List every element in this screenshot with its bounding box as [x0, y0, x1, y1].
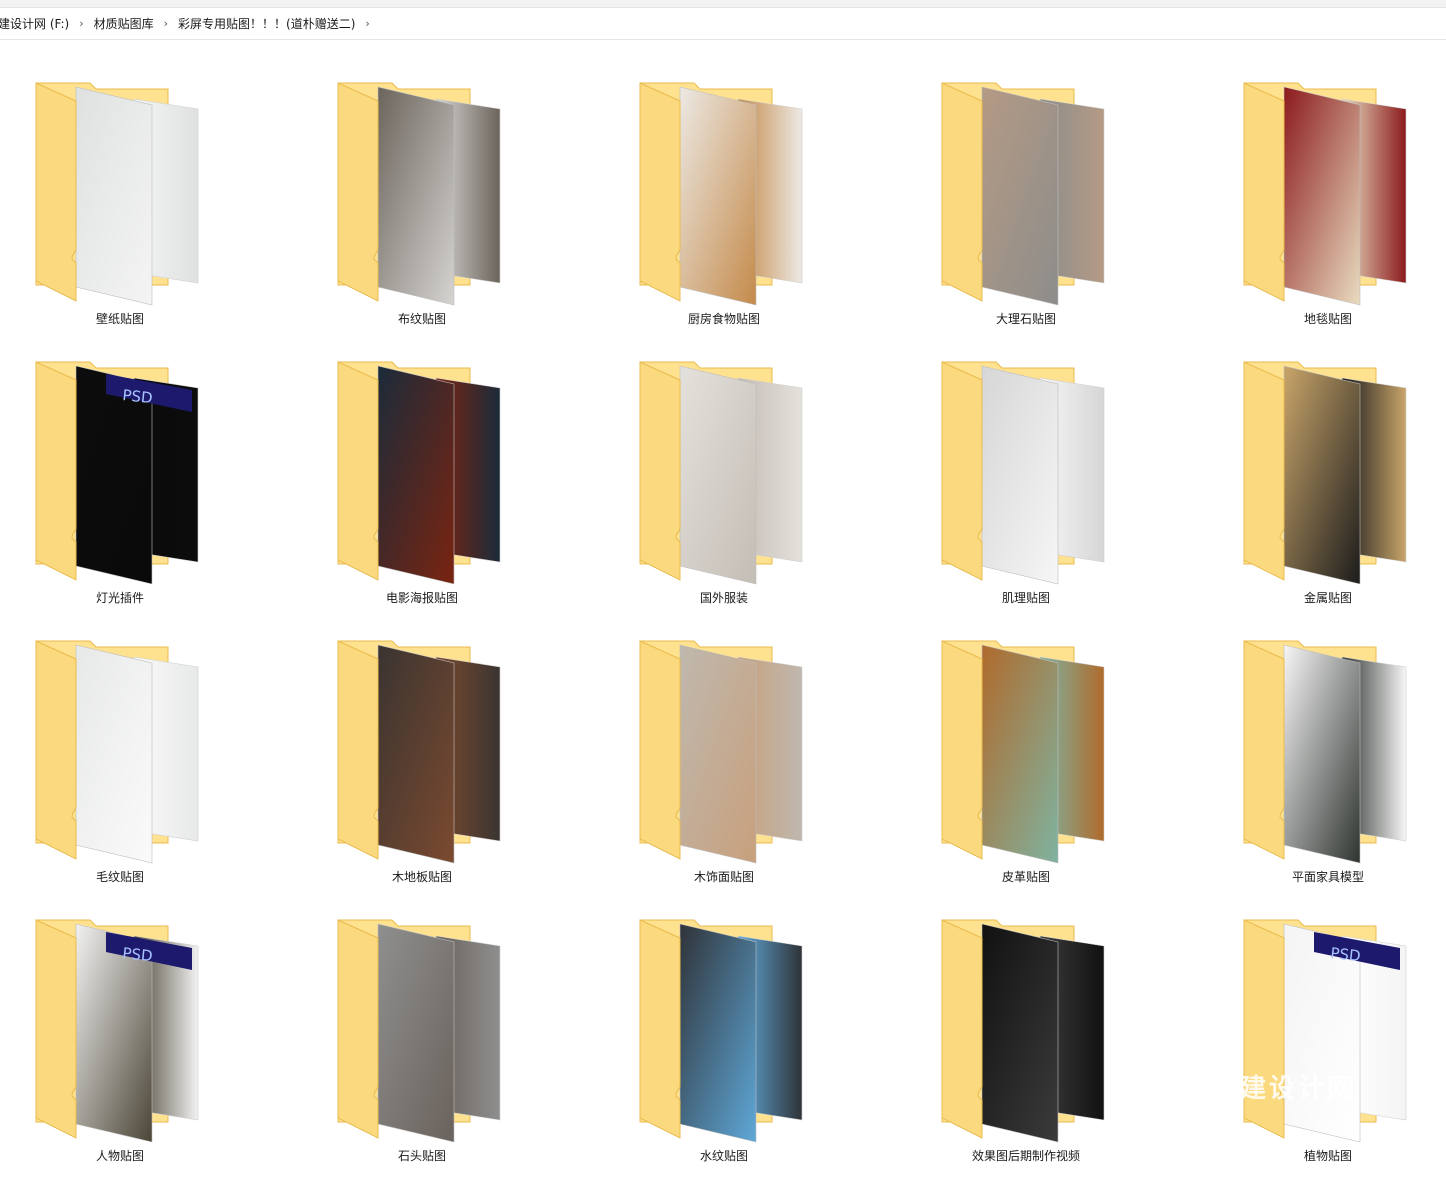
- psd-badge-text: PSD: [122, 944, 154, 965]
- folder-item[interactable]: 壁纸贴图: [0, 40, 240, 326]
- folder-item[interactable]: 大理石贴图: [906, 40, 1146, 326]
- folder-item[interactable]: PSD 灯光插件: [0, 319, 240, 605]
- folder-item[interactable]: 金属贴图: [1208, 319, 1446, 605]
- folder-name[interactable]: 植物贴图: [1208, 1147, 1446, 1164]
- folder-icon[interactable]: [1238, 75, 1418, 310]
- folder-name[interactable]: 水纹贴图: [604, 1147, 844, 1164]
- folder-icon[interactable]: [936, 633, 1116, 868]
- folder-icon[interactable]: [332, 633, 512, 868]
- window-top-strip: [0, 0, 1446, 8]
- breadcrumb-current-folder[interactable]: 彩屏专用贴图！！！(道朴赠送二): [174, 15, 359, 32]
- psd-badge-text: PSD: [1330, 944, 1362, 965]
- folder-item[interactable]: 石头贴图: [302, 877, 542, 1163]
- folder-name[interactable]: 效果图后期制作视频: [906, 1147, 1146, 1164]
- chevron-right-icon[interactable]: ›: [73, 17, 89, 30]
- breadcrumb[interactable]: 建设计网 (F:) › 材质贴图库 › 彩屏专用贴图！！！(道朴赠送二) ›: [0, 8, 1446, 40]
- folder-icon[interactable]: [936, 75, 1116, 310]
- folder-icon[interactable]: [332, 912, 512, 1147]
- folder-icon[interactable]: [634, 75, 814, 310]
- folder-item[interactable]: 水纹贴图: [604, 877, 844, 1163]
- breadcrumb-library[interactable]: 材质贴图库: [90, 15, 158, 32]
- folder-icon[interactable]: [936, 912, 1116, 1147]
- folder-icon[interactable]: [1238, 354, 1418, 589]
- breadcrumb-drive[interactable]: 建设计网 (F:): [0, 15, 73, 32]
- folder-name[interactable]: 石头贴图: [302, 1147, 542, 1164]
- folder-icon[interactable]: [634, 633, 814, 868]
- folder-name[interactable]: 人物贴图: [0, 1147, 240, 1164]
- psd-badge-text: PSD: [122, 386, 154, 407]
- folder-item[interactable]: 木地板贴图: [302, 598, 542, 884]
- folder-icon[interactable]: [936, 354, 1116, 589]
- chevron-right-icon[interactable]: ›: [359, 17, 375, 30]
- folder-icon[interactable]: [1238, 633, 1418, 868]
- folder-icon[interactable]: [332, 354, 512, 589]
- folder-item[interactable]: 毛纹贴图: [0, 598, 240, 884]
- folder-icon[interactable]: PSD: [1238, 912, 1418, 1147]
- folder-item[interactable]: 木饰面贴图: [604, 598, 844, 884]
- folder-item[interactable]: 电影海报贴图: [302, 319, 542, 605]
- folder-item[interactable]: 厨房食物贴图: [604, 40, 844, 326]
- folder-icon[interactable]: PSD: [30, 354, 210, 589]
- folder-icon[interactable]: [30, 75, 210, 310]
- chevron-right-icon[interactable]: ›: [158, 17, 174, 30]
- folder-item[interactable]: 平面家具模型: [1208, 598, 1446, 884]
- folder-item[interactable]: 皮革贴图: [906, 598, 1146, 884]
- folder-item[interactable]: 地毯贴图: [1208, 40, 1446, 326]
- folder-grid: 壁纸贴图 布纹贴图 厨房食物贴图 大理石贴图 地毯贴图 PSD 灯光插件 电影海报贴图 国外服装…: [0, 40, 1446, 1183]
- folder-icon[interactable]: [634, 912, 814, 1147]
- folder-item[interactable]: PSD 人物贴图: [0, 877, 240, 1163]
- watermark: 建设计网: [1240, 1074, 1357, 1104]
- folder-icon[interactable]: [332, 75, 512, 310]
- folder-icon[interactable]: [30, 633, 210, 868]
- folder-item[interactable]: 国外服装: [604, 319, 844, 605]
- folder-item[interactable]: 肌理贴图: [906, 319, 1146, 605]
- folder-item[interactable]: 效果图后期制作视频: [906, 877, 1146, 1163]
- folder-icon[interactable]: PSD: [30, 912, 210, 1147]
- folder-item[interactable]: 布纹贴图: [302, 40, 542, 326]
- folder-icon[interactable]: [634, 354, 814, 589]
